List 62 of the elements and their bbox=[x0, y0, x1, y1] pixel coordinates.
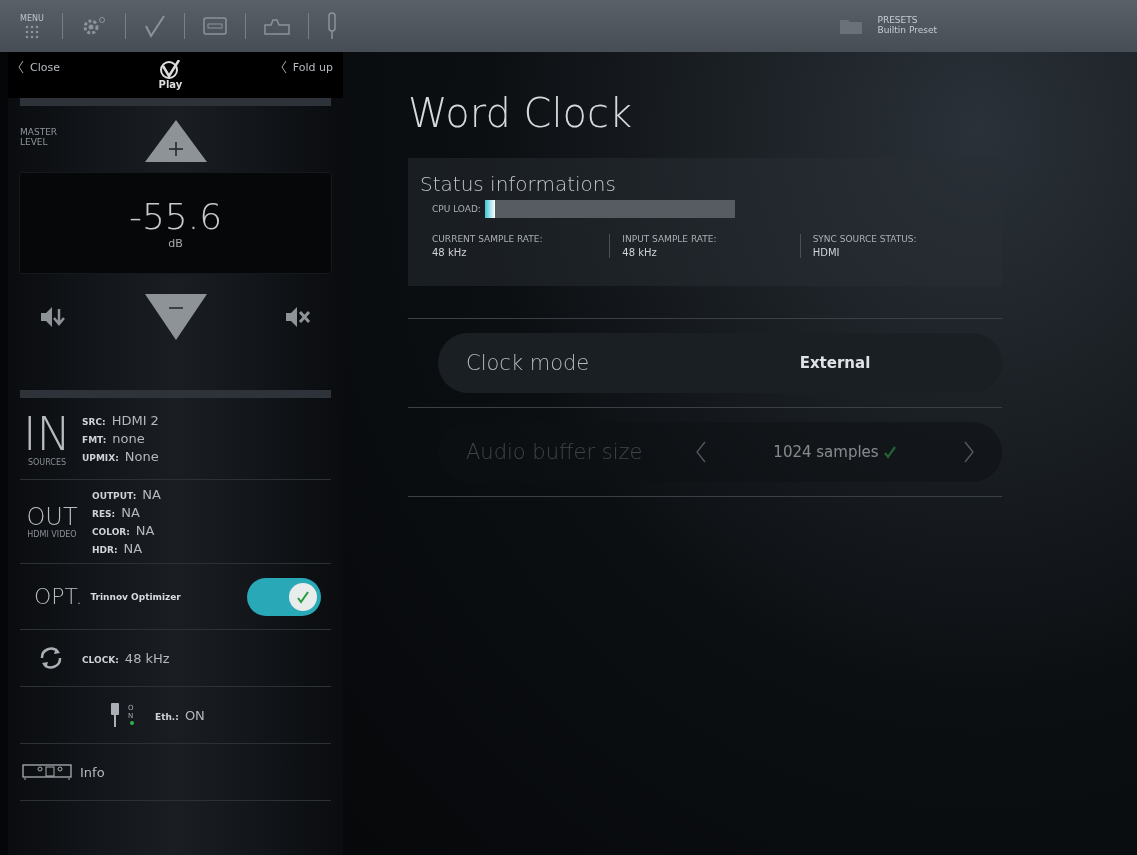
fold-up-link[interactable]: Fold up bbox=[280, 60, 333, 74]
field-key: CLOCK: bbox=[82, 654, 119, 665]
grid-icon bbox=[24, 24, 39, 39]
field-key: COLOR: bbox=[92, 527, 130, 537]
status-title: Status informations bbox=[420, 172, 617, 196]
device-icon bbox=[22, 764, 72, 780]
close-link[interactable]: Close bbox=[18, 60, 60, 74]
status-dot-icon bbox=[129, 721, 134, 726]
status-value: HDMI bbox=[812, 247, 841, 258]
optimizer-toggle[interactable] bbox=[247, 577, 321, 616]
checkmark-icon[interactable] bbox=[143, 14, 166, 38]
status-label: SYNC SOURCE STATUS: bbox=[812, 234, 918, 244]
field-value: NA bbox=[121, 505, 140, 520]
room-icon[interactable] bbox=[263, 17, 290, 35]
sources-label: SOURCES bbox=[27, 457, 67, 467]
field-key: HDR: bbox=[92, 545, 118, 555]
field-value: none bbox=[112, 431, 145, 446]
field-value: None bbox=[124, 449, 159, 464]
clock-mode-selector[interactable]: Clock mode External bbox=[438, 333, 1002, 393]
volume-down-step-button[interactable] bbox=[40, 306, 66, 328]
folder-icon bbox=[839, 17, 864, 35]
field-value: ON bbox=[184, 707, 205, 723]
field-value: 48 kHz bbox=[124, 650, 170, 666]
check-icon bbox=[296, 589, 310, 604]
volume-up-button[interactable] bbox=[142, 118, 209, 164]
mute-button[interactable] bbox=[285, 306, 311, 328]
level-value: -55.6 bbox=[128, 196, 223, 237]
status-value: 48 kHz bbox=[432, 247, 468, 258]
status-label: INPUT SAMPLE RATE: bbox=[622, 234, 718, 244]
opt-title: OPT. bbox=[34, 585, 83, 608]
field-value: NA bbox=[123, 541, 143, 556]
page-title: Word Clock bbox=[408, 90, 634, 136]
level-unit: dB bbox=[168, 237, 183, 250]
check-icon bbox=[882, 445, 897, 459]
display-icon[interactable] bbox=[202, 17, 227, 35]
master-level-label: MASTER LEVEL bbox=[20, 128, 59, 148]
status-value: 48 kHz bbox=[622, 247, 658, 258]
field-value: HDMI 2 bbox=[111, 413, 159, 428]
microphone-icon[interactable] bbox=[326, 12, 337, 40]
sync-icon bbox=[38, 646, 64, 670]
out-title: OUT bbox=[26, 504, 78, 529]
logo: Play bbox=[158, 60, 183, 90]
volume-down-button[interactable] bbox=[142, 292, 209, 342]
field-key: OUTPUT: bbox=[92, 491, 137, 501]
ethernet-plug-icon bbox=[110, 702, 120, 728]
field-key: SRC: bbox=[82, 417, 106, 427]
chevron-left-icon bbox=[280, 60, 287, 74]
menu-button[interactable]: MENU bbox=[20, 13, 44, 39]
field-key: UPMIX: bbox=[82, 453, 119, 463]
info-link[interactable]: Info bbox=[80, 764, 105, 780]
field-key: Eth.: bbox=[155, 711, 179, 722]
status-label: CURRENT SAMPLE RATE: bbox=[432, 234, 544, 244]
optimizer-label: Trinnov Optimizer bbox=[90, 591, 181, 602]
chevron-left-icon bbox=[18, 60, 24, 74]
hdmi-video-label: HDMI VIDEO bbox=[27, 529, 77, 539]
presets-button[interactable]: PRESETS Builtin Preset bbox=[839, 16, 937, 36]
in-title: IN bbox=[23, 410, 71, 457]
field-key: FMT: bbox=[82, 435, 107, 445]
field-key: RES: bbox=[92, 509, 116, 519]
cpu-load-label: CPU LOAD: bbox=[432, 204, 481, 214]
field-value: NA bbox=[142, 487, 161, 502]
field-value: NA bbox=[135, 523, 155, 538]
